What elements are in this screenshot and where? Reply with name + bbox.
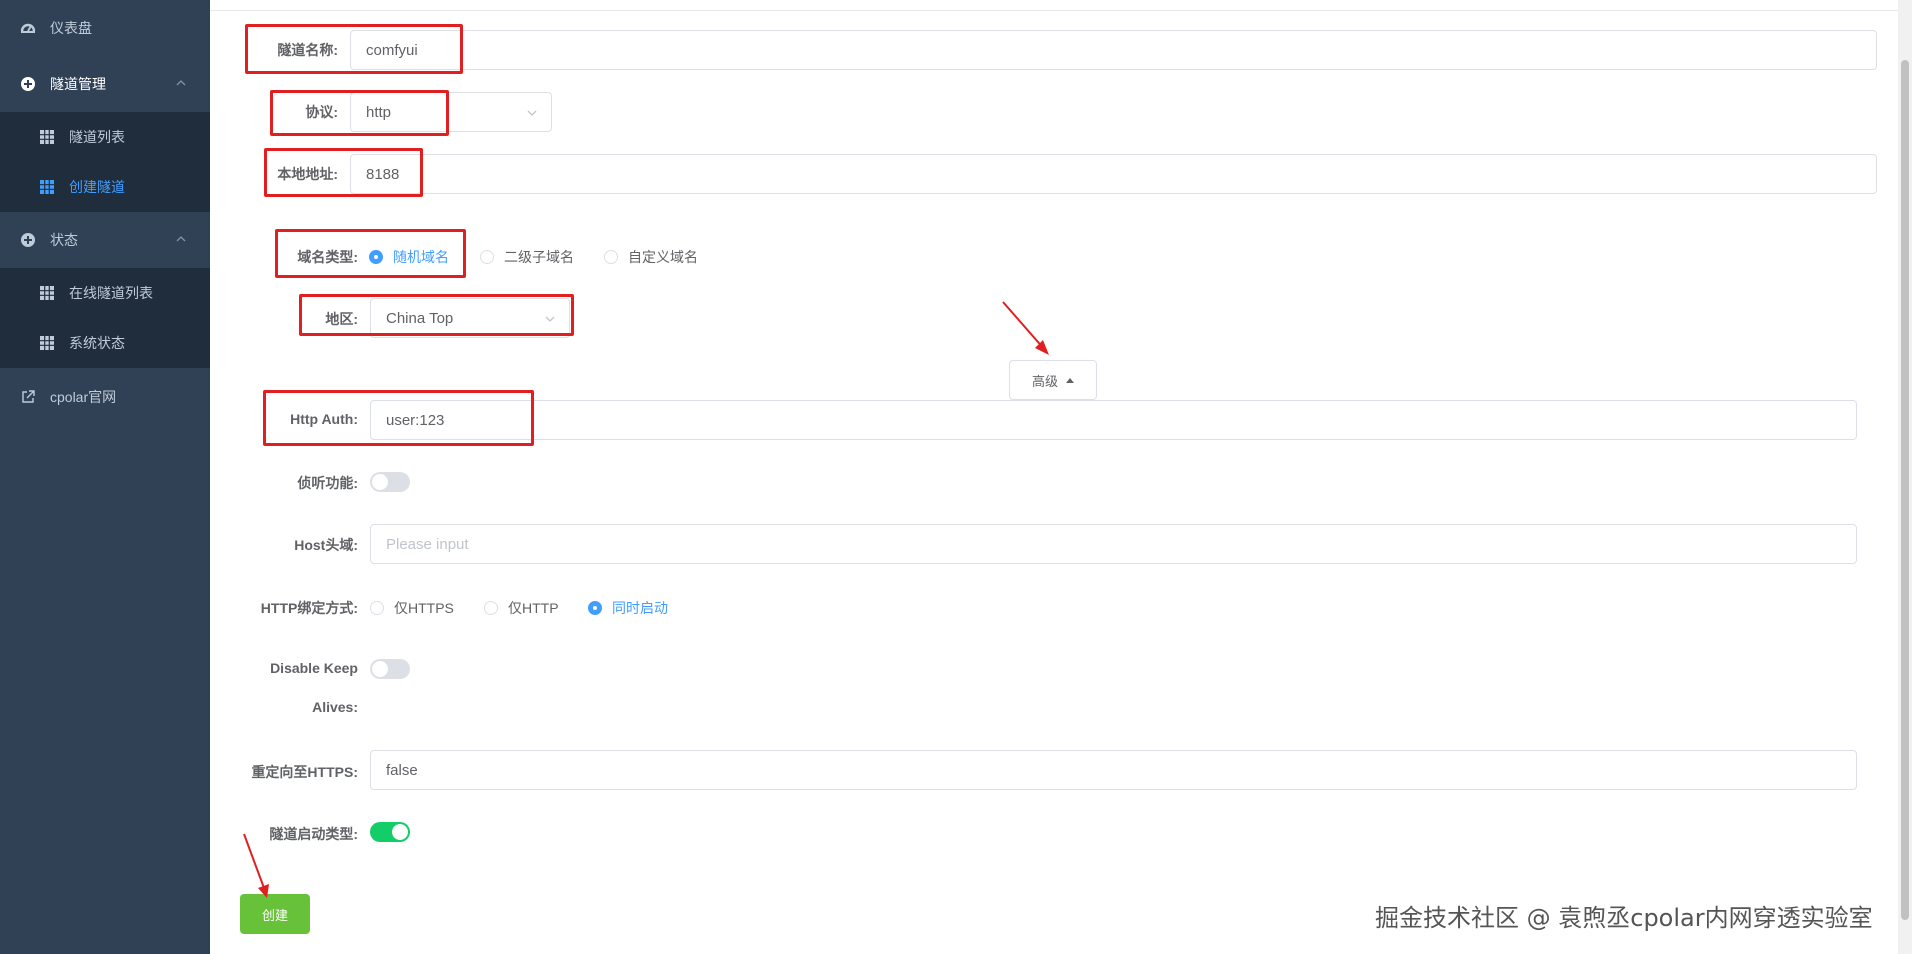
radio-dot: [369, 250, 383, 264]
chevron-down-icon: [543, 312, 557, 326]
sidebar-item-tunnel-list[interactable]: 隧道列表: [0, 112, 210, 162]
keepalive-label-line1: Disable Keep: [270, 660, 358, 676]
sidebar-item-create-tunnel[interactable]: 创建隧道: [0, 162, 210, 212]
tunnel-name-input[interactable]: comfyui: [350, 30, 1877, 70]
sidebar-item-label: 仪表盘: [50, 20, 92, 36]
radio-dot: [370, 601, 384, 615]
bind-https-only-radio[interactable]: 仅HTTPS: [370, 598, 454, 618]
sidebar-item-label: 隧道管理: [50, 76, 106, 92]
http-auth-input[interactable]: user:123: [370, 400, 1857, 440]
bind-http-only-radio[interactable]: 仅HTTP: [484, 598, 559, 618]
domain-random-radio[interactable]: 随机域名: [369, 247, 449, 267]
radio-label: 仅HTTPS: [394, 600, 454, 616]
plus-circle-icon: [20, 232, 36, 248]
radio-label: 仅HTTP: [508, 600, 559, 616]
listen-switch[interactable]: [370, 472, 410, 492]
bind-both-radio[interactable]: 同时启动: [588, 598, 668, 618]
dashboard-icon: [20, 20, 36, 36]
redirect-https-label: 重定向至HTTPS:: [251, 764, 358, 780]
caret-up-icon: [1066, 377, 1074, 383]
grid-icon: [40, 336, 54, 350]
chevron-up-icon: [174, 232, 188, 246]
radio-label: 自定义域名: [628, 249, 698, 265]
domain-subdomain-radio[interactable]: 二级子域名: [480, 247, 574, 267]
radio-dot: [604, 250, 618, 264]
scrollbar-thumb[interactable]: [1901, 60, 1909, 920]
protocol-select[interactable]: http: [350, 92, 552, 132]
radio-label: 二级子域名: [504, 249, 574, 265]
grid-icon: [40, 180, 54, 194]
sidebar-item-label: 隧道列表: [69, 129, 125, 145]
sidebar-item-label: 创建隧道: [69, 179, 125, 195]
switch-knob: [372, 661, 388, 677]
keepalive-label-line2: Alives:: [312, 699, 358, 715]
host-header-input[interactable]: Please input: [370, 524, 1857, 564]
radio-dot: [588, 601, 602, 615]
radio-label: 同时启动: [612, 600, 668, 616]
sidebar: 仪表盘 隧道管理 隧道列表 创建隧道 状态 在线隧道列表 系统状态 cpolar…: [0, 0, 210, 954]
region-label: 地区:: [325, 311, 358, 327]
header-divider: [210, 10, 1912, 11]
external-link-icon: [20, 389, 36, 405]
region-select[interactable]: China Top: [370, 298, 570, 338]
radio-dot: [480, 250, 494, 264]
http-auth-label: Http Auth:: [290, 411, 358, 427]
tunnel-name-label: 隧道名称:: [277, 42, 338, 58]
grid-icon: [40, 130, 54, 144]
annotation-arrow-create: [243, 833, 269, 898]
sidebar-item-online-list[interactable]: 在线隧道列表: [0, 268, 210, 318]
advanced-toggle-button[interactable]: 高级: [1009, 360, 1097, 400]
http-bind-label: HTTP绑定方式:: [260, 600, 358, 616]
protocol-label: 协议:: [305, 104, 338, 120]
sidebar-item-website[interactable]: cpolar官网: [0, 371, 210, 423]
radio-label: 随机域名: [393, 249, 449, 265]
sidebar-item-label: 状态: [50, 232, 78, 248]
plus-circle-icon: [20, 76, 36, 92]
sidebar-item-dashboard[interactable]: 仪表盘: [0, 2, 210, 54]
annotation-arrow-advanced: [1002, 301, 1049, 355]
local-address-label: 本地地址:: [277, 166, 338, 182]
sidebar-item-status[interactable]: 状态: [0, 214, 210, 266]
sidebar-item-label: cpolar官网: [50, 389, 117, 405]
keepalive-switch[interactable]: [370, 659, 410, 679]
chevron-down-icon: [525, 106, 539, 120]
switch-knob: [392, 824, 408, 840]
sidebar-item-label: 系统状态: [69, 335, 125, 351]
autostart-switch[interactable]: [370, 822, 410, 842]
advanced-label: 高级: [1031, 373, 1058, 389]
local-address-input[interactable]: 8188: [350, 154, 1877, 194]
switch-knob: [372, 474, 388, 490]
grid-icon: [40, 286, 54, 300]
radio-dot: [484, 601, 498, 615]
redirect-https-input[interactable]: false: [370, 750, 1857, 790]
domain-custom-radio[interactable]: 自定义域名: [604, 247, 698, 267]
host-header-label: Host头域:: [294, 537, 358, 553]
region-value: China Top: [386, 309, 454, 327]
domain-type-label: 域名类型:: [297, 249, 358, 265]
sidebar-item-system-status[interactable]: 系统状态: [0, 318, 210, 368]
sidebar-item-tunnel-mgmt[interactable]: 隧道管理: [0, 58, 210, 110]
sidebar-item-label: 在线隧道列表: [69, 285, 153, 301]
chevron-up-icon: [174, 76, 188, 90]
protocol-value: http: [366, 103, 392, 121]
listen-label: 侦听功能:: [297, 475, 358, 491]
watermark: 掘金技术社区 @ 袁煦丞cpolar内网穿透实验室: [1375, 904, 1873, 932]
